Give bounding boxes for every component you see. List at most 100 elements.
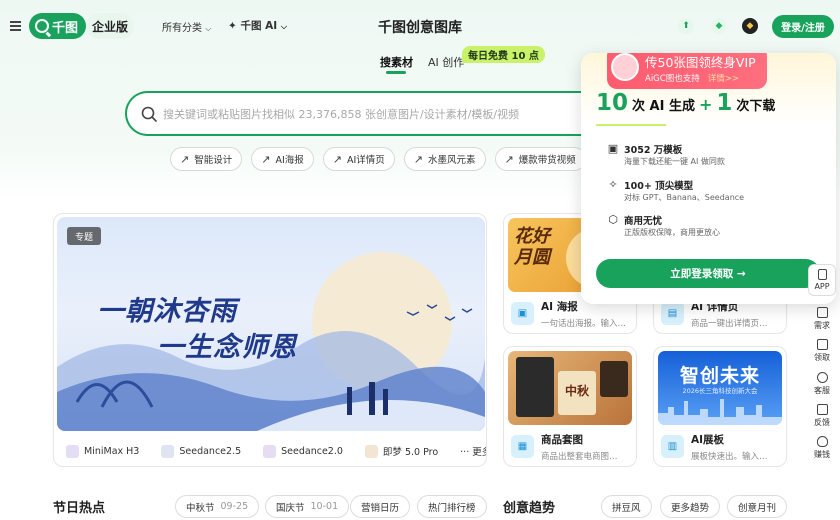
model-label: Seedance2.0	[281, 445, 343, 457]
pill-label: 营销日历	[361, 502, 400, 514]
login-claim-button[interactable]: 立即登录领取 →	[596, 259, 820, 288]
more-models-button[interactable]: ··· 更多	[460, 444, 486, 458]
poster-icon: ▣	[511, 302, 534, 325]
rail-claim[interactable]: 领取	[808, 339, 836, 363]
vip-diamond-icon[interactable]: ◆	[742, 18, 758, 34]
upload-icon[interactable]: ⬆	[678, 18, 694, 34]
feature-title: 100+ 顶尖模型	[624, 181, 694, 192]
sparkle-icon: ✧	[608, 178, 618, 191]
chip-label: 水墨风元素	[428, 155, 476, 166]
chip-ink-wash[interactable]: ↗ 水墨风元素	[403, 147, 486, 171]
card-desc: 商品出整套电商图…	[541, 452, 618, 462]
model-jimeng[interactable]: 即梦 5.0 Pro	[364, 444, 439, 458]
model-icon	[364, 444, 378, 458]
chip-smart-design[interactable]: ↗ 智能设计	[170, 147, 243, 171]
hero-headline-2: 一生念师恩	[157, 332, 297, 363]
trend-bead-style[interactable]: 拼豆风	[601, 495, 652, 518]
rail-earn[interactable]: 赚钱	[808, 436, 836, 460]
rail-app[interactable]: APP	[808, 264, 836, 296]
search-input[interactable]	[163, 104, 593, 124]
card-image: 中秋	[508, 351, 632, 425]
rail-label: 赚钱	[814, 450, 830, 459]
hero-headline-1: 一朝沐杏雨	[97, 296, 237, 327]
vip-banner[interactable]: 传50张图领终身VIP AiGC图也支持 详情>>	[607, 53, 767, 89]
image-icon: ▣	[607, 142, 619, 155]
model-label: Seedance2.5	[179, 445, 242, 457]
diamond-icon[interactable]: ◆	[711, 18, 727, 34]
headset-icon	[816, 372, 828, 383]
card-desc: 展板快速出。输入…	[691, 452, 768, 462]
tab-materials[interactable]: 搜素材	[380, 54, 413, 70]
chip-label: AI海报	[275, 155, 304, 166]
download-label: 次下载	[736, 99, 776, 114]
rail-label: 需求	[814, 321, 830, 330]
rail-feedback[interactable]: 反馈	[808, 404, 836, 428]
rail-demand[interactable]: 需求	[808, 307, 836, 331]
gen-label: 次 AI 生成	[632, 99, 695, 114]
quota-line: 10 次 AI 生成 + 1 次下载	[596, 90, 775, 116]
card-desc: 商品一键出详情页…	[691, 319, 768, 329]
pill-label: 创意月刊	[738, 502, 777, 514]
festival-name: 中秋节	[186, 502, 215, 514]
trend-section-title: 创意趋势	[503, 501, 556, 516]
phone-icon	[817, 269, 827, 280]
card-title: 商品套图	[541, 434, 583, 446]
hero-image[interactable]: 专题 一朝沐杏雨 一生念师恩	[57, 217, 485, 431]
rail-label: 客服	[814, 386, 830, 395]
board-icon: ▥	[661, 435, 684, 458]
quota-underline	[596, 124, 666, 126]
feature-title: 3052 万模板	[624, 145, 683, 156]
model-seedance-25[interactable]: Seedance2.5	[161, 444, 242, 458]
detail-page-icon: ▤	[661, 302, 684, 325]
card-art-text: 花好月圆	[514, 226, 550, 268]
model-label: MiniMax H3	[84, 445, 140, 457]
arrow-up-right-icon: ↗	[504, 152, 514, 166]
chip-ai-poster[interactable]: ↗ AI海报	[251, 147, 314, 171]
login-register-button[interactable]: 登录/注册	[772, 15, 834, 38]
festival-date: 10-01	[310, 501, 339, 512]
header: 千图 企业版 所有分类 ⌵ ✦ 千图 AI ⌵ 千图创意图库 ⬆ ◆ ◆ 登录/…	[0, 0, 840, 52]
vip-subtitle: AiGC图也支持 详情>>	[645, 72, 739, 84]
model-minimax[interactable]: MiniMax H3	[66, 444, 140, 458]
rail-support[interactable]: 客服	[808, 372, 836, 396]
model-seedance-20[interactable]: Seedance2.0	[263, 444, 343, 458]
festival-national-day[interactable]: 国庆节 10-01	[265, 495, 350, 518]
model-list: MiniMax H3 Seedance2.5 Seedance2.0 即梦 5.…	[54, 436, 486, 466]
pill-label: 拼豆风	[612, 502, 641, 514]
chip-label: 智能设计	[194, 155, 233, 166]
arrow-up-right-icon: ↗	[261, 152, 271, 166]
model-icon	[263, 444, 277, 458]
model-label: 即梦 5.0 Pro	[382, 447, 439, 458]
more-trends[interactable]: 更多趋势	[660, 495, 721, 518]
product-set-icon: ▦	[511, 435, 534, 458]
clipboard-icon	[816, 307, 828, 318]
chip-ai-detail-page[interactable]: ↗ AI详情页	[322, 147, 395, 171]
hot-ranking[interactable]: 热门排行榜	[417, 495, 487, 518]
free-points-badge: 每日免费 10 点	[462, 46, 545, 63]
moneybag-icon	[816, 436, 828, 447]
arrow-up-right-icon: ↗	[332, 152, 342, 166]
creative-monthly[interactable]: 创意月刊	[727, 495, 788, 518]
card-art-text: 中秋	[558, 371, 596, 415]
hero-banner[interactable]: 专题 一朝沐杏雨 一生念师恩 MiniMax H3 Seedance2.5 Se…	[53, 213, 487, 467]
tab-ai-create[interactable]: AI 创作	[428, 54, 464, 70]
pill-label: 热门排行榜	[428, 502, 476, 514]
card-product-set[interactable]: 中秋 ▦ 商品套图 商品出整套电商图…	[503, 346, 637, 467]
card-art-subtitle: 2026长三角科技创新大会	[682, 387, 758, 395]
marketing-calendar[interactable]: 营销日历	[350, 495, 411, 518]
plus-sign: +	[698, 95, 713, 114]
festival-name: 国庆节	[276, 502, 305, 514]
festival-mid-autumn[interactable]: 中秋节 09-25	[175, 495, 260, 518]
chip-viral-video[interactable]: ↗ 爆款带货视频	[494, 147, 586, 171]
vip-detail-link[interactable]: 详情>>	[708, 74, 739, 84]
search-icon[interactable]	[141, 106, 157, 122]
model-icon	[161, 444, 175, 458]
mascot-icon	[611, 53, 639, 81]
pill-label: 更多趋势	[671, 502, 710, 514]
download-count: 1	[716, 90, 733, 116]
card-ai-board[interactable]: 智创未来 2026长三角科技创新大会 ▥ AI展板 展板快速出。输入…	[653, 346, 787, 467]
city-skyline-art	[658, 399, 782, 425]
rail-label: APP	[814, 282, 830, 291]
gen-count: 10	[596, 90, 629, 116]
page: 千图 企业版 所有分类 ⌵ ✦ 千图 AI ⌵ 千图创意图库 ⬆ ◆ ◆ 登录/…	[0, 0, 840, 520]
